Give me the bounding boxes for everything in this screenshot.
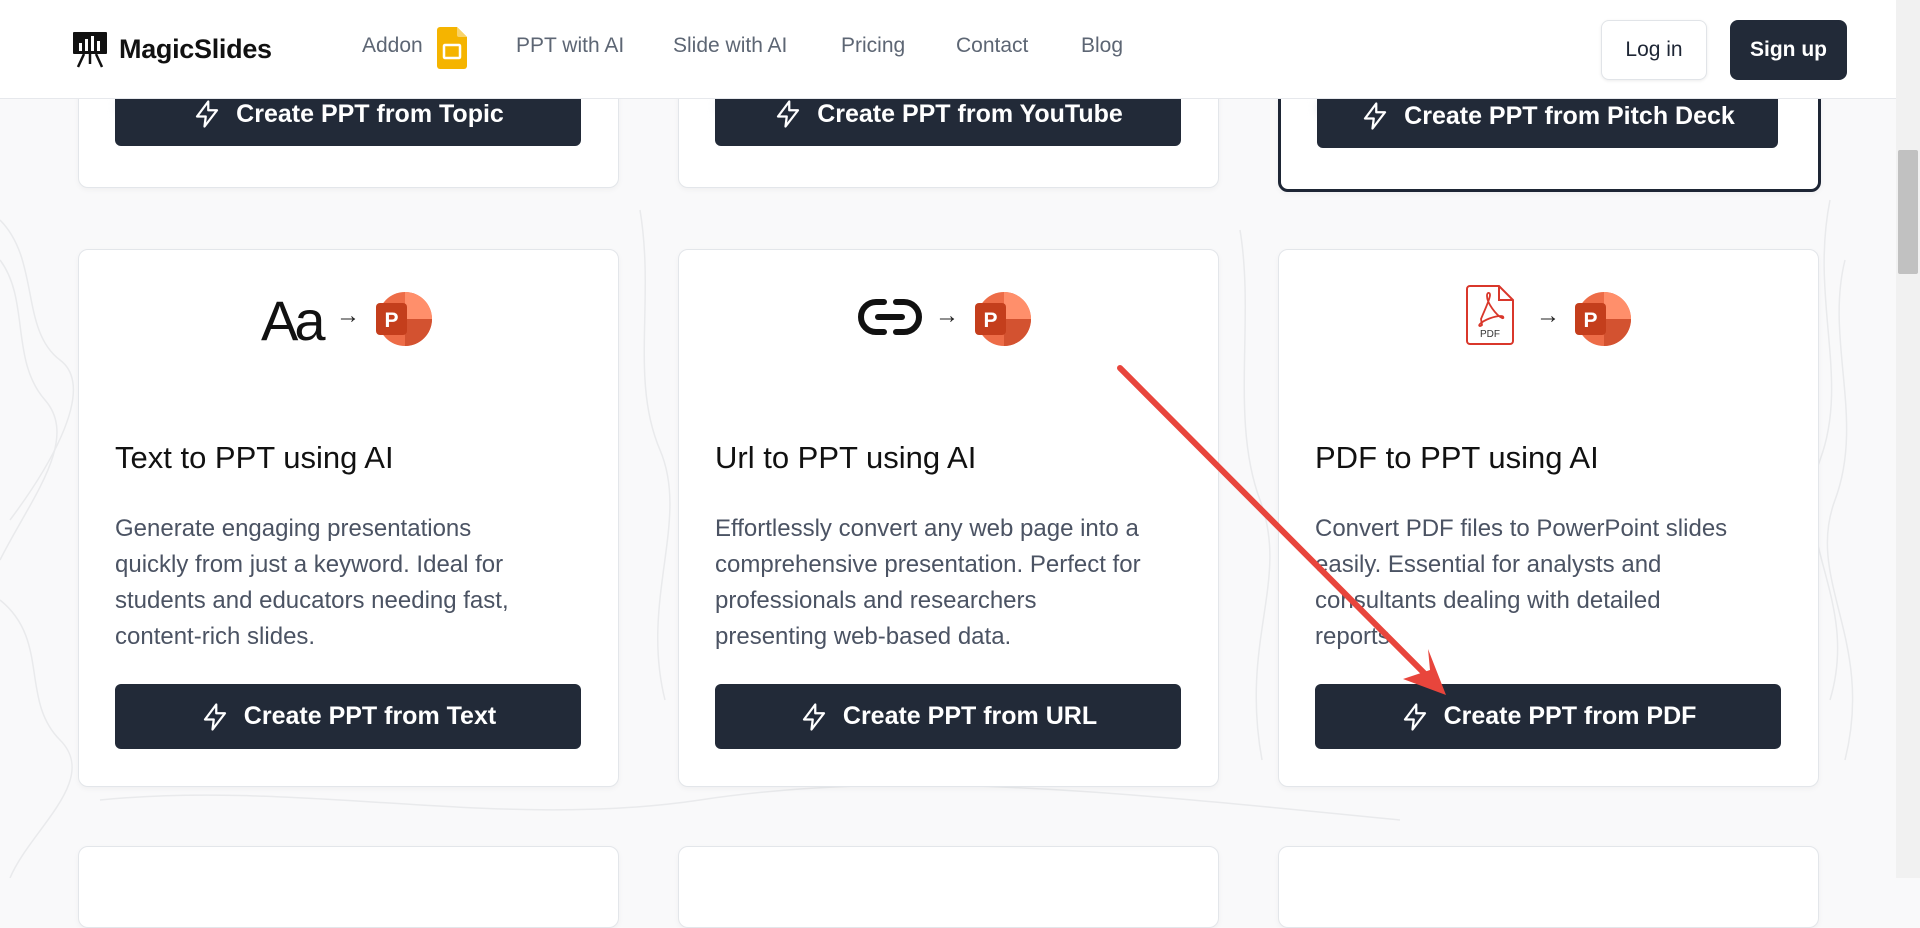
arrow-icon: → xyxy=(336,302,360,329)
site-logo[interactable]: MagicSlides xyxy=(72,30,272,68)
top-navigation: MagicSlides Addon PPT with AI Slide with… xyxy=(0,0,1896,99)
description-line: Effortlessly convert any web page into a xyxy=(715,515,1139,542)
scrollbar-track[interactable] xyxy=(1896,0,1920,878)
button-label: Create PPT from YouTube xyxy=(817,99,1123,128)
description-line: professionals and researchers xyxy=(715,587,1037,614)
google-slides-icon[interactable] xyxy=(437,27,467,69)
pdf-icon-label: PDF xyxy=(1480,329,1500,340)
description-line: presenting web-based data. xyxy=(715,623,1012,650)
card-next-row xyxy=(1278,846,1819,928)
lightning-icon xyxy=(1364,102,1387,130)
button-label: Create PPT from PDF xyxy=(1443,702,1697,730)
description-line: comprehensive presentation. Perfect for xyxy=(715,551,1141,578)
description-line: content-rich slides. xyxy=(115,623,316,650)
nav-ppt-with-ai[interactable]: PPT with AI xyxy=(516,34,624,58)
arrow-icon: → xyxy=(1536,302,1560,329)
powerpoint-letter: P xyxy=(1583,309,1597,332)
login-button[interactable]: Log in xyxy=(1601,20,1707,80)
presentation-logo-icon xyxy=(73,32,107,68)
card-title-pdf-to-ppt: PDF to PPT using AI xyxy=(1315,440,1599,475)
create-from-url-button[interactable]: Create PPT from URL xyxy=(715,684,1181,749)
signup-button[interactable]: Sign up xyxy=(1730,20,1847,80)
text-to-ppt-icons: Aa → P xyxy=(260,288,440,352)
link-icon xyxy=(858,299,922,335)
nav-contact[interactable]: Contact xyxy=(956,34,1028,58)
logo-text: MagicSlides xyxy=(119,33,272,64)
card-next-row xyxy=(678,846,1219,928)
lightning-icon xyxy=(777,100,800,128)
powerpoint-icon: P xyxy=(975,292,1031,346)
scrollbar-thumb[interactable] xyxy=(1898,150,1918,274)
text-format-icon: Aa xyxy=(261,289,325,352)
url-to-ppt-icons: → P xyxy=(858,288,1038,348)
lightning-icon xyxy=(802,702,826,731)
card-description-url-to-ppt: Effortlessly convert any web page into a… xyxy=(715,511,1185,655)
description-line: students and educators needing fast, xyxy=(115,587,509,614)
lightning-icon xyxy=(196,100,219,128)
lightning-icon xyxy=(203,702,226,731)
create-from-text-button[interactable]: Create PPT from Text xyxy=(115,684,581,749)
description-line: Convert PDF files to PowerPoint slides xyxy=(1315,515,1728,542)
lightning-icon xyxy=(1403,702,1426,731)
description-line: consultants dealing with detailed xyxy=(1315,587,1661,614)
card-title-text-to-ppt: Text to PPT using AI xyxy=(115,440,394,475)
pdf-to-ppt-icons: PDF → P xyxy=(1466,285,1646,346)
powerpoint-letter: P xyxy=(983,309,997,332)
description-line: reports. xyxy=(1315,623,1397,650)
nav-addon[interactable]: Addon xyxy=(362,34,423,58)
powerpoint-icon: P xyxy=(1575,292,1631,346)
card-description-text-to-ppt: Generate engaging presentations quickly … xyxy=(115,511,585,655)
button-label: Create PPT from Text xyxy=(243,702,497,730)
card-description-pdf-to-ppt: Convert PDF files to PowerPoint slides e… xyxy=(1315,511,1785,655)
button-label: Create PPT from Pitch Deck xyxy=(1404,101,1735,130)
powerpoint-icon: P xyxy=(376,292,432,346)
nav-slide-with-ai[interactable]: Slide with AI xyxy=(673,34,787,58)
create-from-pdf-button[interactable]: Create PPT from PDF xyxy=(1315,684,1781,749)
arrow-icon: → xyxy=(935,302,959,329)
card-next-row xyxy=(78,846,619,928)
description-line: quickly from just a keyword. Ideal for xyxy=(115,551,504,578)
nav-blog[interactable]: Blog xyxy=(1081,34,1123,58)
powerpoint-letter: P xyxy=(384,309,398,332)
button-label: Create PPT from Topic xyxy=(236,99,504,128)
pdf-icon: PDF xyxy=(1466,285,1514,345)
nav-pricing[interactable]: Pricing xyxy=(841,34,905,58)
button-label: Create PPT from URL xyxy=(842,702,1098,730)
description-line: Generate engaging presentations xyxy=(115,515,472,542)
description-line: easily. Essential for analysts and xyxy=(1315,551,1662,578)
card-title-url-to-ppt: Url to PPT using AI xyxy=(715,440,977,475)
